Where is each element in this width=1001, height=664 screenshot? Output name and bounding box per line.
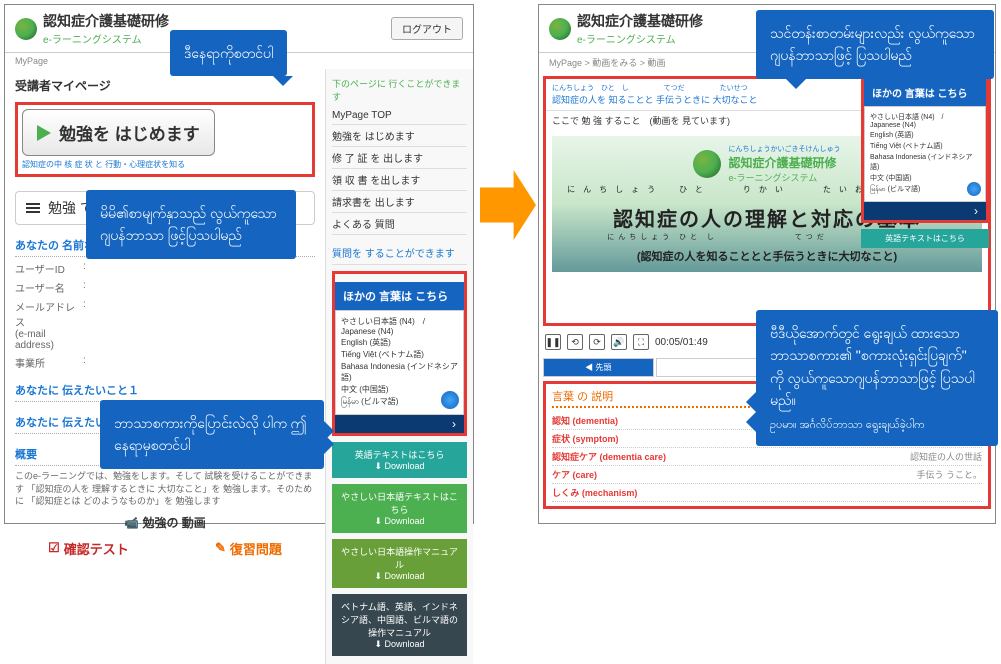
kw-row-3: ケア (care)手伝う うこと。 — [552, 466, 982, 484]
logo-icon — [549, 18, 571, 40]
dl-easyjp-text[interactable]: やさしい日本語テキストはこちら⬇ Download — [332, 484, 467, 533]
form-username: ユーザー名: — [15, 280, 315, 295]
sb-link-1[interactable]: 勉強を はじめます — [332, 125, 467, 147]
form-userid: ユーザーID: — [15, 261, 315, 276]
lang-list-r[interactable]: やさしい日本語 (N4) / Japanese (N4) English (英語… — [864, 106, 986, 202]
callout-1: ဒီနေရာကိုစတင်ပါ — [170, 30, 287, 76]
logout-button[interactable]: ログアウト — [391, 17, 463, 40]
forward-button[interactable]: ⟳ — [589, 334, 605, 350]
main-column: 受講者マイページ 勉強を はじめます 認知症の中 核 症 状 と 行動・心理症状… — [5, 69, 325, 664]
lang-3[interactable]: Bahasa Indonesia (インドネシア語) — [341, 361, 458, 383]
sidebar-question[interactable]: 質問を することができます — [332, 241, 467, 265]
lang-list[interactable]: やさしい日本語 (N4) / Japanese (N4) English (英語… — [335, 310, 464, 415]
callout-5: ဗီဒီယိုအောက်တွင် ရွေးချယ် ထားသောဘာသာစကား… — [756, 310, 998, 446]
lang-4[interactable]: 中文 (中国語) — [341, 384, 458, 395]
check-icon: ☑ — [48, 540, 60, 556]
page-title: 受講者マイページ — [15, 77, 315, 94]
start-study-button[interactable]: 勉強を はじめます — [22, 109, 215, 156]
sidebar: 下のページに 行くことができます MyPage TOP 勉強を はじめます 修 … — [325, 69, 473, 664]
time-display: 00:05/01:49 — [655, 337, 708, 348]
form-dept: 事業所: — [15, 355, 315, 370]
lang-arrow-r[interactable]: › — [864, 202, 986, 220]
rewind-button[interactable]: ⟲ — [567, 334, 583, 350]
nav-1[interactable] — [656, 358, 767, 377]
paren-line: (認知症の人を知ることとと手伝うときに大切なこと) — [560, 248, 974, 264]
pause-button[interactable]: ❚❚ — [545, 334, 561, 350]
lang-0[interactable]: やさしい日本語 (N4) / Japanese (N4) — [341, 316, 458, 336]
sidebar-caption: 下のページに 行くことができます — [332, 77, 467, 103]
dl-easyjp-manual[interactable]: やさしい日本語操作マニュアル⬇ Download — [332, 539, 467, 588]
callout-2: မိမိ၏စာမျက်နှာသည် လွယ်ကူသောဂျပန်ဘာသာ ဖြင… — [86, 190, 296, 259]
sb-link-2[interactable]: 修 了 証 を 出します — [332, 147, 467, 169]
big-arrow-icon — [480, 170, 536, 240]
logo-icon — [693, 150, 721, 178]
confirm-test-link[interactable]: ☑ 確認テスト — [48, 539, 129, 558]
play-icon — [37, 125, 51, 141]
kw-row-4: しくみ (mechanism) — [552, 484, 982, 502]
dl-multi-manual[interactable]: ベトナム語、英語、インドネシア語、中国語、ビルマ語の操作マニュアル⬇ Downl… — [332, 594, 467, 656]
form-email: メールアドレス (e-mail address): — [15, 299, 315, 351]
section-tell1: あなたに 伝えたいこと１ — [15, 382, 315, 402]
fullscreen-button[interactable]: ⛶ — [633, 334, 649, 350]
callout-3: ဘာသာစကားကိုပြောင်းလဲလို ပါက ဤနေရာမှစတင်ပ… — [100, 400, 324, 469]
sb-link-0[interactable]: MyPage TOP — [332, 107, 467, 125]
bottom-links: ☑ 確認テスト ✎ 復習問題 — [15, 539, 315, 558]
sb-link-5[interactable]: よくある 質問 — [332, 213, 467, 235]
dl-r[interactable]: 英語テキストはこちら — [861, 229, 989, 248]
sb-link-3[interactable]: 領 収 書 を出します — [332, 169, 467, 191]
lang-2[interactable]: Tiếng Việt (ベトナム語) — [341, 349, 458, 360]
kw-row-2: 認知症ケア (dementia care)認知症の人の世話 — [552, 448, 982, 466]
sb-link-4[interactable]: 請求書を 出します — [332, 191, 467, 213]
start-redbox: 勉強を はじめます 認知症の中 核 症 状 と 行動・心理症状を知る — [15, 102, 315, 177]
dl-english[interactable]: 英語テキストはこちら⬇ Download — [332, 442, 467, 478]
lang-1[interactable]: English (英語) — [341, 337, 458, 348]
start-sublabel: 認知症の中 核 症 状 と 行動・心理症状を知る — [22, 159, 308, 170]
globe-icon — [967, 182, 981, 196]
lang-redbox: ほかの 言葉は こちら やさしい日本語 (N4) / Japanese (N4)… — [332, 271, 467, 436]
start-label: 勉強を はじめます — [59, 120, 200, 145]
lang-arrow[interactable]: › — [335, 415, 464, 433]
video-heading: 📹 勉強の 動画 — [15, 514, 315, 531]
lang-header: ほかの 言葉は こちら — [335, 282, 464, 310]
content: 受講者マイページ 勉強を はじめます 認知症の中 核 症 状 と 行動・心理症状… — [5, 69, 473, 664]
globe-icon — [441, 391, 459, 409]
review-questions-link[interactable]: ✎ 復習問題 — [215, 539, 282, 558]
callout-4: သင်တန်းစာတမ်းများလည်း လွယ်ကူသောဂျပန်ဘာသာ… — [756, 10, 994, 79]
app-title: 認知症介護基礎研修 — [43, 11, 385, 31]
overview-text: このe-ラーニングでは、勉強をします。そして 試験を受けることができます 「認知… — [15, 470, 315, 508]
right-content: にんちしょう ひと し てつだ たいせつ 認知症の人を 知ることと 手伝うときに… — [539, 72, 995, 513]
pencil-icon: ✎ — [215, 540, 226, 556]
nav-first[interactable]: ◀ 先頭 — [543, 358, 654, 377]
volume-button[interactable]: 🔊 — [611, 334, 627, 350]
hamburger-icon — [26, 203, 40, 213]
logo-icon — [15, 18, 37, 40]
